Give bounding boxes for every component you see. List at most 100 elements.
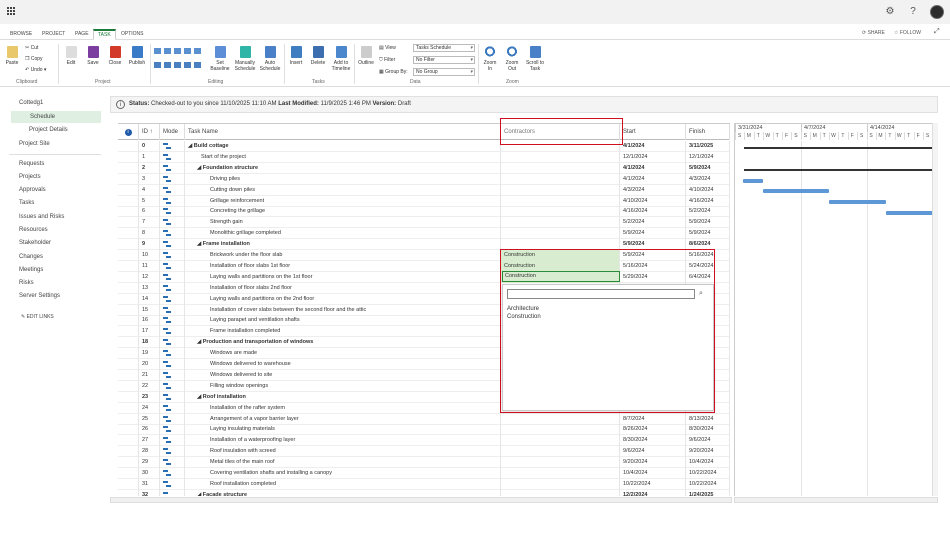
task-name[interactable]: Strength gain <box>185 217 501 229</box>
scroll-to-task-button[interactable]: Scroll to Task <box>524 46 546 72</box>
row-indicator[interactable] <box>118 260 139 272</box>
row-indicator[interactable] <box>118 380 139 392</box>
task-start[interactable]: 5/9/2024 <box>620 228 686 240</box>
row-indicator[interactable] <box>118 250 139 261</box>
task-start[interactable]: 12/2/2024 <box>620 489 686 496</box>
outline-button[interactable]: Outline <box>357 46 375 66</box>
row-indicator[interactable] <box>118 173 139 185</box>
zoom-out-button[interactable]: Zoom Out <box>503 46 521 72</box>
row-indicator[interactable] <box>118 206 139 218</box>
row-indicator[interactable] <box>118 162 139 174</box>
link-unlink-icons[interactable] <box>154 62 204 68</box>
task-name[interactable]: Laying insulating materials <box>185 424 501 436</box>
task-start[interactable]: 10/22/2024 <box>620 478 686 490</box>
row-indicator[interactable] <box>118 424 139 436</box>
start-column-header[interactable]: Start <box>620 124 686 140</box>
task-row[interactable]: 28 Roof insulation with screed 9/6/2024 9/2… <box>118 446 730 458</box>
task-row[interactable]: 2 ◢ Foundation structure 4/1/2024 5/9/2024 <box>118 162 730 174</box>
task-name[interactable]: Installation of floor slabs 1st floor <box>185 260 501 272</box>
task-start[interactable]: 4/10/2024 <box>620 195 686 207</box>
copy-button[interactable]: ❐ Copy <box>25 56 43 62</box>
task-name[interactable]: ◢ Foundation structure <box>185 162 501 174</box>
row-indicator[interactable] <box>118 337 139 349</box>
task-start[interactable]: 8/26/2024 <box>620 424 686 436</box>
task-start[interactable]: 4/16/2024 <box>620 206 686 218</box>
task-finish[interactable]: 5/9/2024 <box>686 228 730 240</box>
task-name[interactable]: Driving piles <box>185 173 501 185</box>
row-indicator[interactable] <box>118 293 139 305</box>
app-launcher-icon[interactable] <box>7 7 16 16</box>
row-indicator[interactable] <box>118 326 139 338</box>
undo-button[interactable]: ↶ Undo ▾ <box>25 67 46 73</box>
task-row[interactable]: 26 Laying insulating materials 8/26/2024 8/… <box>118 424 730 436</box>
gantt-task-bar[interactable] <box>829 200 886 204</box>
task-name[interactable]: Installation of a waterproofing layer <box>185 435 501 447</box>
row-indicator[interactable] <box>118 489 139 496</box>
task-contractor[interactable] <box>501 424 620 436</box>
nav-server-settings[interactable]: Server Settings <box>19 293 60 299</box>
task-row[interactable]: 7 Strength gain 5/2/2024 5/9/2024 <box>118 217 730 229</box>
task-name[interactable]: Frame installation completed <box>185 326 501 338</box>
nav-risks[interactable]: Risks <box>19 280 34 286</box>
nav-requests[interactable]: Requests <box>19 161 44 167</box>
task-row[interactable]: 29 Metal tiles of the main roof 9/20/2024 1… <box>118 457 730 469</box>
row-indicator[interactable] <box>118 228 139 240</box>
gantt-task-bar[interactable] <box>886 211 938 215</box>
task-name[interactable]: Laying walls and partitions on the 1st f… <box>185 271 501 283</box>
auto-schedule-button[interactable]: Auto Schedule <box>258 46 282 72</box>
help-icon[interactable]: ? <box>907 6 919 18</box>
task-start[interactable]: 5/2/2024 <box>620 217 686 229</box>
task-finish[interactable]: 10/22/2024 <box>686 468 730 479</box>
task-name[interactable]: ◢ Build cottage <box>185 141 501 152</box>
nav-project-site[interactable]: Project Site <box>19 141 50 147</box>
task-name[interactable]: Metal tiles of the main roof <box>185 457 501 469</box>
add-to-timeline-button[interactable]: Add to Timeline <box>329 46 353 72</box>
task-finish[interactable]: 9/6/2024 <box>686 435 730 447</box>
focus-mode-icon[interactable]: ⤢ <box>934 28 940 36</box>
row-indicator[interactable] <box>118 151 139 163</box>
task-name[interactable]: Installation of floor slabs 2nd floor <box>185 282 501 294</box>
view-select[interactable]: Tasks Schedule <box>413 44 475 52</box>
row-indicator[interactable] <box>118 359 139 370</box>
task-contractor[interactable] <box>501 457 620 469</box>
task-start[interactable]: 9/20/2024 <box>620 457 686 469</box>
row-indicator[interactable] <box>118 195 139 207</box>
gantt-summary-bar[interactable] <box>744 147 938 149</box>
task-contractor[interactable] <box>501 228 620 240</box>
task-name-column-header[interactable]: Task Name <box>185 124 501 140</box>
task-finish[interactable]: 5/9/2024 <box>686 162 730 174</box>
nav-meetings[interactable]: Meetings <box>19 267 43 273</box>
share-button[interactable]: ⟳ SHARE <box>862 30 885 36</box>
task-finish[interactable]: 10/4/2024 <box>686 457 730 469</box>
task-row[interactable]: 8 Monolithic grillage completed 5/9/2024 5/… <box>118 228 730 240</box>
task-contractor[interactable] <box>501 413 620 425</box>
set-baseline-button[interactable]: Set Baseline <box>207 46 233 72</box>
tab-task[interactable]: TASK <box>93 29 116 40</box>
filter-button[interactable]: ⛉ Filter <box>379 57 395 63</box>
task-name[interactable]: Concreting the grillage <box>185 206 501 218</box>
task-finish[interactable]: 10/22/2024 <box>686 478 730 490</box>
edit-button[interactable]: Edit <box>63 46 79 66</box>
task-name[interactable]: Laying parapet and ventilation shafts <box>185 315 501 327</box>
task-name[interactable]: Laying walls and partitions on the 2nd f… <box>185 293 501 305</box>
task-row[interactable]: 6 Concreting the grillage 4/16/2024 5/2/202… <box>118 206 730 218</box>
nav-changes[interactable]: Changes <box>19 254 43 260</box>
task-name[interactable]: Cutting down piles <box>185 184 501 196</box>
task-contractor[interactable] <box>501 478 620 490</box>
user-avatar[interactable] <box>930 5 944 19</box>
task-finish[interactable]: 1/24/2025 <box>686 489 730 496</box>
tab-options[interactable]: OPTIONS <box>117 29 148 40</box>
save-button[interactable]: Save <box>86 46 100 66</box>
task-row[interactable]: 5 Grillage reinforcement 4/10/2024 4/16/202… <box>118 195 730 207</box>
nav-schedule[interactable]: Schedule <box>11 111 101 123</box>
task-row[interactable]: 32 ◢ Facade structure 12/2/2024 1/24/2025 <box>118 489 730 496</box>
grid-horizontal-scrollbar[interactable] <box>110 497 732 503</box>
task-start[interactable]: 8/30/2024 <box>620 435 686 447</box>
row-indicator[interactable] <box>118 435 139 447</box>
nav-issues-and-risks[interactable]: Issues and Risks <box>19 214 64 220</box>
row-indicator[interactable] <box>118 348 139 360</box>
task-row[interactable]: 1 Start of the project 12/1/2024 12/1/2024 <box>118 151 730 163</box>
row-indicator[interactable] <box>118 184 139 196</box>
task-contractor[interactable] <box>501 217 620 229</box>
row-indicator[interactable] <box>118 239 139 251</box>
